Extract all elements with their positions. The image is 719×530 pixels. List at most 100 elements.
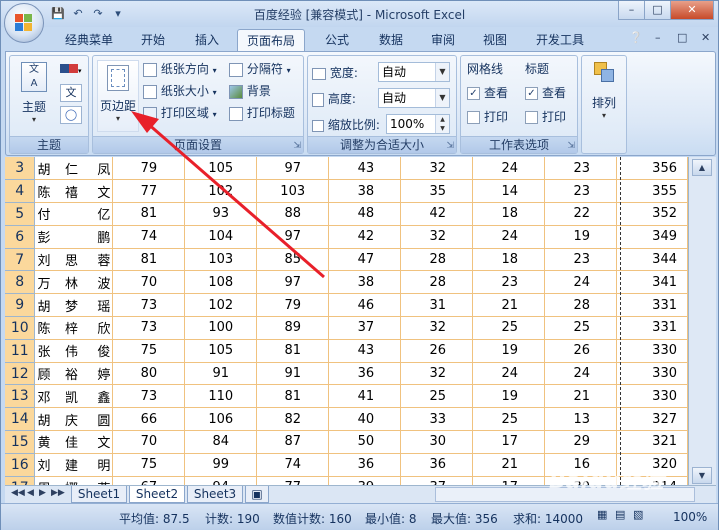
value-cell[interactable]: 67 [112, 476, 186, 485]
value-cell[interactable]: 19 [472, 339, 546, 363]
value-cell[interactable]: 330 [616, 384, 688, 409]
first-sheet-icon[interactable]: ◀◀ [11, 488, 25, 498]
name-cell[interactable]: 胡庆 圆 [34, 407, 114, 432]
size-button[interactable]: 纸张大小 ▾ [143, 82, 217, 99]
value-cell[interactable]: 19 [544, 225, 617, 249]
row-header[interactable]: 8 [5, 270, 36, 295]
value-cell[interactable]: 24 [472, 362, 546, 386]
value-cell[interactable]: 341 [616, 270, 688, 295]
value-cell[interactable]: 23 [544, 157, 617, 181]
value-cell[interactable]: 36 [400, 453, 474, 477]
value-cell[interactable]: 18 [472, 202, 546, 226]
value-cell[interactable]: 25 [472, 316, 546, 340]
gridlines-view-checkbox[interactable]: ✓ 查看 [467, 84, 508, 101]
name-cell[interactable]: 黄佳 文 [34, 430, 114, 454]
value-cell[interactable]: 99 [184, 453, 258, 477]
dialog-launcher-icon[interactable]: ⇲ [293, 141, 301, 151]
value-cell[interactable]: 32 [400, 157, 474, 181]
value-cell[interactable]: 66 [112, 407, 186, 432]
value-cell[interactable]: 48 [328, 202, 402, 226]
value-cell[interactable]: 85 [256, 248, 330, 272]
value-cell[interactable]: 38 [328, 179, 402, 204]
next-sheet-icon[interactable]: ▶ [39, 488, 46, 498]
value-cell[interactable]: 39 [328, 476, 402, 485]
scroll-up-icon[interactable]: ▲ [692, 159, 712, 176]
value-cell[interactable]: 73 [112, 384, 186, 409]
row-header[interactable]: 9 [5, 293, 36, 318]
row-header[interactable]: 11 [5, 339, 36, 363]
value-cell[interactable]: 330 [616, 339, 688, 363]
value-cell[interactable]: 94 [184, 476, 258, 485]
row-header[interactable]: 5 [5, 202, 36, 226]
value-cell[interactable]: 349 [616, 225, 688, 249]
sheet-tab-2[interactable]: Sheet2 [129, 486, 185, 503]
value-cell[interactable]: 79 [112, 157, 186, 181]
value-cell[interactable]: 70 [112, 430, 186, 454]
headings-print-checkbox[interactable]: 打印 [525, 108, 566, 125]
value-cell[interactable]: 24 [544, 270, 617, 295]
value-cell[interactable]: 91 [256, 362, 330, 386]
vertical-scrollbar[interactable]: ▲ ▼ [688, 157, 716, 485]
value-cell[interactable]: 24 [544, 362, 617, 386]
value-cell[interactable]: 73 [112, 293, 186, 318]
breaks-button[interactable]: 分隔符 ▾ [229, 60, 291, 77]
value-cell[interactable]: 81 [112, 202, 186, 226]
headings-view-checkbox[interactable]: ✓ 查看 [525, 84, 566, 101]
value-cell[interactable]: 321 [616, 430, 688, 454]
value-cell[interactable]: 81 [256, 339, 330, 363]
row-header[interactable]: 3 [5, 157, 36, 181]
tab-view[interactable]: 视图 [471, 29, 519, 51]
row-header[interactable]: 4 [5, 179, 36, 204]
sheet-tab-1[interactable]: Sheet1 [71, 486, 127, 503]
value-cell[interactable]: 344 [616, 248, 688, 272]
value-cell[interactable]: 37 [400, 476, 474, 485]
value-cell[interactable]: 40 [328, 407, 402, 432]
value-cell[interactable]: 97 [256, 270, 330, 295]
value-cell[interactable]: 87 [256, 430, 330, 454]
value-cell[interactable]: 91 [184, 362, 258, 386]
row-header[interactable]: 15 [5, 430, 36, 454]
value-cell[interactable]: 41 [328, 384, 402, 409]
insert-sheet-icon[interactable]: ▣ [245, 486, 269, 503]
themes-button[interactable]: 文A 主题 ▾ [14, 60, 54, 130]
value-cell[interactable]: 28 [400, 248, 474, 272]
worksheet-grid[interactable]: 3 胡仁凤 79 105 97 43 32 24 23 356 4 陈禧文 77 102 103 38 35 14… [5, 157, 688, 485]
value-cell[interactable]: 104 [184, 225, 258, 249]
value-cell[interactable]: 77 [112, 179, 186, 204]
value-cell[interactable]: 21 [544, 384, 617, 409]
ribbon-minimize-icon[interactable]: – [655, 31, 661, 44]
value-cell[interactable]: 18 [472, 248, 546, 272]
value-cell[interactable]: 47 [328, 248, 402, 272]
value-cell[interactable]: 105 [184, 157, 258, 181]
value-cell[interactable]: 19 [472, 384, 546, 409]
row-header[interactable]: 17 [5, 476, 36, 485]
name-cell[interactable]: 胡梦 瑶 [34, 293, 114, 318]
tab-home[interactable]: 开始 [129, 29, 177, 51]
value-cell[interactable]: 32 [400, 362, 474, 386]
name-cell[interactable]: 邓凯 鑫 [34, 384, 114, 409]
value-cell[interactable]: 93 [184, 202, 258, 226]
value-cell[interactable]: 30 [400, 430, 474, 454]
name-cell[interactable]: 万林 波 [34, 270, 114, 295]
tab-insert[interactable]: 插入 [183, 29, 231, 51]
value-cell[interactable]: 81 [112, 248, 186, 272]
name-cell[interactable]: 刘思 蓉 [34, 248, 114, 272]
row-header[interactable]: 10 [5, 316, 36, 340]
value-cell[interactable]: 100 [184, 316, 258, 340]
value-cell[interactable]: 80 [112, 362, 186, 386]
value-cell[interactable]: 97 [256, 157, 330, 181]
value-cell[interactable]: 331 [616, 316, 688, 340]
value-cell[interactable]: 355 [616, 179, 688, 204]
value-cell[interactable]: 24 [472, 225, 546, 249]
tab-review[interactable]: 审阅 [419, 29, 467, 51]
name-cell[interactable]: 刘建 明 [34, 453, 114, 477]
value-cell[interactable]: 75 [112, 453, 186, 477]
tab-classic-menu[interactable]: 经典菜单 [57, 29, 121, 51]
background-button[interactable]: 背景 [229, 82, 271, 99]
value-cell[interactable]: 88 [256, 202, 330, 226]
value-cell[interactable]: 14 [472, 179, 546, 204]
value-cell[interactable]: 36 [328, 362, 402, 386]
value-cell[interactable]: 82 [256, 407, 330, 432]
value-cell[interactable]: 352 [616, 202, 688, 226]
value-cell[interactable]: 108 [184, 270, 258, 295]
